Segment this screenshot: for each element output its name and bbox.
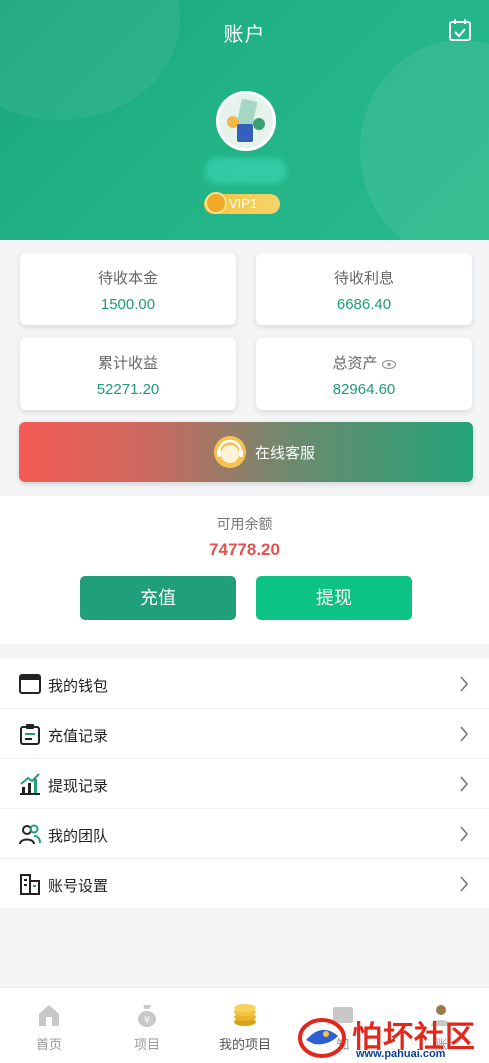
menu-item-label: 账号设置 (48, 878, 109, 895)
menu-item-recharge-record[interactable]: 充值记录 (0, 709, 489, 759)
stat-card-pending-interest: 待收利息 6686.40 (256, 253, 472, 325)
menu-item-withdraw-record[interactable]: 提现记录 (0, 759, 489, 809)
withdraw-record-icon (20, 773, 40, 795)
calendar-check-icon[interactable] (448, 18, 472, 42)
vip-badge: VIP1 (204, 192, 280, 214)
wallet-icon (19, 674, 41, 694)
stat-label: 累计收益 (97, 355, 158, 372)
tab-home[interactable]: 首页 (0, 988, 98, 1063)
service-label: 在线客服 (255, 444, 316, 462)
stat-card-total-earnings: 累计收益 52271.20 (20, 338, 236, 410)
tab-projects[interactable]: ¥ 项目 (98, 988, 196, 1063)
online-service-button[interactable]: 在线客服 (19, 422, 473, 482)
coins-icon (234, 1004, 256, 1026)
watermark-url: www.pahuai.com (356, 1048, 446, 1060)
tab-label: 首页 (35, 1037, 62, 1052)
svg-text:¥: ¥ (144, 1015, 150, 1026)
recharge-record-icon (20, 724, 40, 745)
tab-my-projects[interactable]: 我的项目 (196, 988, 294, 1063)
menu-item-label: 充值记录 (48, 728, 109, 745)
stat-label-text: 总资产 (332, 355, 378, 372)
balance-section: 可用余额 74778.20 充值 提现 (0, 496, 489, 644)
stat-value: 1500.00 (100, 296, 156, 313)
watermark: 怕坏社区 www.pahuai.com (296, 1010, 489, 1063)
team-icon (19, 824, 41, 845)
chevron-right-icon (460, 876, 469, 892)
avatar-image (219, 94, 273, 148)
tab-label: 项目 (133, 1037, 160, 1052)
stat-card-pending-principal: 待收本金 1500.00 (20, 253, 236, 325)
withdraw-button[interactable]: 提现 (256, 576, 412, 620)
settings-icon (20, 874, 40, 895)
stat-label: 总资产 (256, 352, 472, 373)
stat-value: 6686.40 (336, 296, 392, 313)
stat-label: 待收利息 (333, 270, 394, 287)
recharge-button[interactable]: 充值 (80, 576, 236, 620)
chevron-right-icon (460, 726, 469, 742)
tab-label: 我的项目 (218, 1037, 271, 1052)
chevron-right-icon (460, 776, 469, 792)
money-bag-icon: ¥ (138, 1005, 156, 1027)
stat-value: 82964.60 (332, 381, 396, 398)
balance-label: 可用余额 (216, 516, 273, 532)
menu-item-settings[interactable]: 账号设置 (0, 859, 489, 909)
menu-item-wallet[interactable]: 我的钱包 (0, 659, 489, 709)
page-title: 账户 (223, 24, 266, 46)
stat-value: 52271.20 (96, 381, 160, 398)
stat-card-total-assets: 总资产 82964.60 (256, 338, 472, 410)
chevron-right-icon (460, 826, 469, 842)
avatar[interactable] (216, 91, 276, 151)
home-icon (39, 1005, 59, 1026)
vip-label: VIP1 (229, 196, 258, 211)
username-masked (205, 158, 287, 184)
header-decoration (360, 40, 489, 240)
menu-item-label: 我的团队 (48, 828, 109, 845)
eye-icon[interactable] (381, 359, 396, 369)
customer-service-icon (214, 436, 246, 468)
crown-icon (205, 192, 227, 214)
chevron-right-icon (460, 676, 469, 692)
stat-label: 待收本金 (97, 270, 158, 287)
menu-item-label: 我的钱包 (48, 678, 109, 695)
balance-amount: 74778.20 (209, 540, 280, 559)
menu-item-label: 提现记录 (48, 778, 109, 795)
menu-item-team[interactable]: 我的团队 (0, 809, 489, 859)
account-menu: 我的钱包 充值记录 提现记录 我的团队 账号设置 (0, 659, 489, 909)
watermark-logo (298, 1018, 346, 1058)
